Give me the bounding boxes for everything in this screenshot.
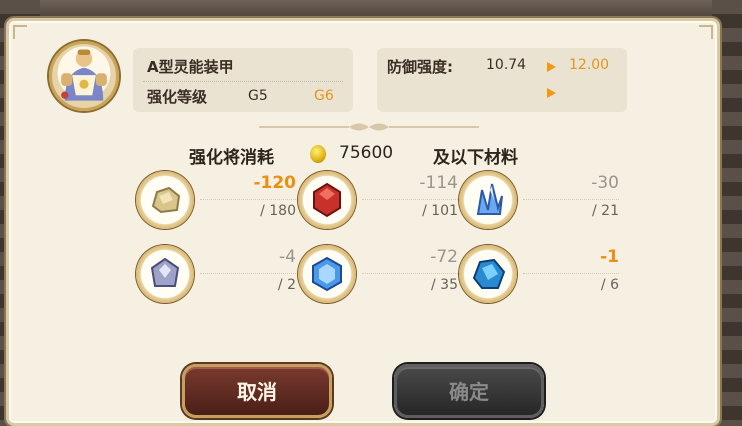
stone-ore-icon: [136, 171, 194, 229]
material-slot[interactable]: -120 / 180: [136, 171, 296, 235]
divider: [362, 199, 458, 200]
grade-next: G6: [314, 88, 334, 104]
material-owned: / 180: [260, 203, 296, 219]
defense-current: 10.74: [486, 57, 527, 73]
divider: [523, 199, 619, 200]
enhance-dialog: A型灵能装甲 强化等级 G5 G6 防御强度: 10.74 12.00 强化将消…: [6, 18, 720, 426]
material-slot[interactable]: -1 / 6: [459, 245, 619, 309]
material-required: -120: [253, 173, 296, 193]
background-top: [0, 0, 742, 20]
grade-current: G5: [248, 88, 268, 104]
defense-label: 防御强度:: [387, 58, 453, 76]
silver-gem-icon: [136, 245, 194, 303]
arrow-right-icon: [547, 62, 556, 72]
arrow-right-icon: [547, 88, 556, 98]
divider: [362, 273, 458, 274]
equipment-name: A型灵能装甲: [147, 58, 234, 76]
defense-next: 12.00: [569, 57, 610, 73]
defense-info-panel: 防御强度: 10.74 12.00: [377, 48, 627, 112]
material-owned: / 101: [422, 203, 458, 219]
material-owned: / 35: [431, 277, 458, 293]
material-owned: / 2: [277, 277, 296, 293]
corner-ornament: [13, 25, 27, 39]
blue-hexagon-gem-icon: [298, 245, 356, 303]
material-slot[interactable]: -72 / 35: [298, 245, 458, 309]
confirm-button[interactable]: 确定: [394, 364, 544, 418]
material-owned: / 6: [600, 277, 619, 293]
material-required: -72: [430, 247, 458, 267]
material-required: -4: [279, 247, 296, 267]
cost-amount: 75600: [339, 143, 394, 163]
cost-label: 强化将消耗: [189, 148, 274, 168]
material-slot[interactable]: -114 / 101: [298, 171, 458, 235]
cost-suffix: 及以下材料: [433, 148, 518, 168]
material-required: -1: [600, 247, 619, 267]
divider: [200, 273, 296, 274]
corner-ornament: [699, 25, 713, 39]
character-portrait-icon: [61, 49, 107, 101]
divider: [200, 199, 296, 200]
material-owned: / 21: [592, 203, 619, 219]
enhance-level-label: 强化等级: [147, 88, 208, 106]
blue-ore-icon: [459, 245, 517, 303]
ornament-divider: [259, 123, 479, 131]
gold-coin-icon: [310, 145, 326, 163]
cancel-button[interactable]: 取消: [182, 364, 332, 418]
material-slot[interactable]: -4 / 2: [136, 245, 296, 309]
material-slot[interactable]: -30 / 21: [459, 171, 619, 235]
divider: [523, 273, 619, 274]
material-required: -114: [419, 173, 458, 193]
red-gem-icon: [298, 171, 356, 229]
material-required: -30: [591, 173, 619, 193]
blue-crystal-cluster-icon: [459, 171, 517, 229]
divider: [143, 81, 343, 82]
character-avatar: [49, 41, 119, 111]
equipment-info-panel: A型灵能装甲 强化等级 G5 G6: [133, 48, 353, 112]
cost-row: 强化将消耗 75600 及以下材料: [189, 143, 589, 168]
